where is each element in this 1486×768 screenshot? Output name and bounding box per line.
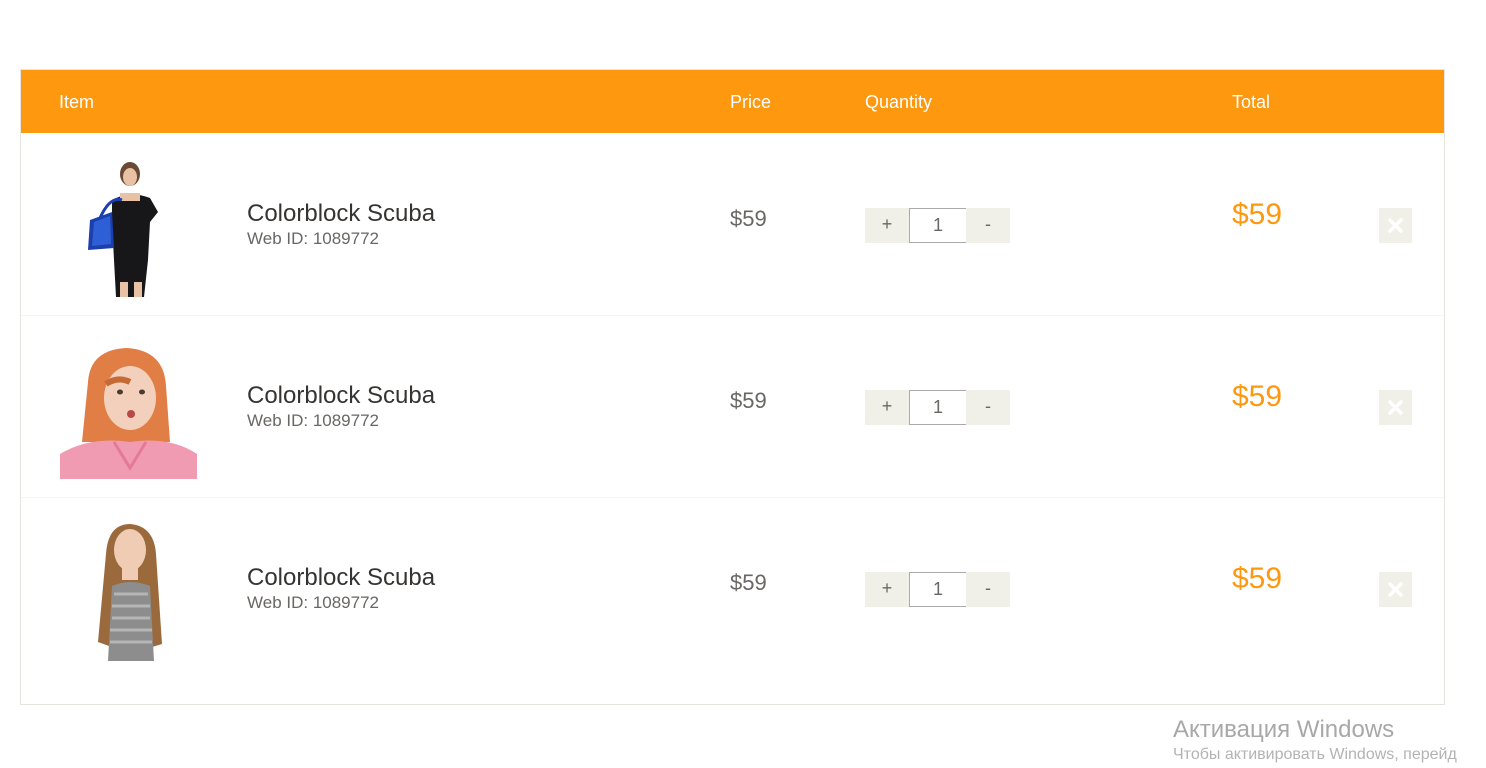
product-name[interactable]: Colorblock Scuba	[247, 200, 435, 228]
windows-activation-watermark: Активация Windows Чтобы активировать Win…	[1173, 716, 1486, 768]
delete-item-button[interactable]	[1379, 390, 1412, 425]
quantity-decrease-button[interactable]: -	[966, 390, 1010, 425]
watermark-title: Активация Windows	[1173, 716, 1395, 743]
product-web-id: Web ID: 1089772	[247, 411, 379, 430]
cart-row: Colorblock Scuba Web ID: 1089772 $59 + -…	[21, 316, 1444, 498]
product-name[interactable]: Colorblock Scuba	[247, 382, 435, 410]
cart-header: Item Price Quantity Total	[21, 70, 1444, 133]
product-total: $59	[1232, 198, 1283, 231]
quantity-input[interactable]	[909, 390, 967, 425]
product-total: $59	[1232, 562, 1283, 595]
cart-row: Colorblock Scuba Web ID: 1089772 $59 + -…	[21, 134, 1444, 316]
product-total: $59	[1232, 380, 1283, 413]
quantity-decrease-button[interactable]: -	[966, 208, 1010, 243]
delete-item-button[interactable]	[1379, 572, 1412, 607]
cart-table: Item Price Quantity Total Colorblock Scu…	[20, 69, 1445, 705]
quantity-increase-button[interactable]: +	[865, 390, 909, 425]
close-icon	[1388, 582, 1403, 597]
close-icon	[1388, 400, 1403, 415]
quantity-increase-button[interactable]: +	[865, 208, 909, 243]
product-web-id: Web ID: 1089772	[247, 229, 379, 248]
cart-row: Colorblock Scuba Web ID: 1089772 $59 + -…	[21, 498, 1444, 680]
product-web-id: Web ID: 1089772	[247, 593, 379, 612]
quantity-input[interactable]	[909, 572, 967, 607]
product-price: $59	[730, 570, 767, 595]
header-item: Item	[59, 92, 95, 112]
delete-item-button[interactable]	[1379, 208, 1412, 243]
product-image[interactable]	[60, 524, 197, 661]
quantity-decrease-button[interactable]: -	[966, 572, 1010, 607]
close-icon	[1388, 218, 1403, 233]
header-quantity: Quantity	[865, 92, 933, 112]
quantity-input[interactable]	[909, 208, 967, 243]
product-name[interactable]: Colorblock Scuba	[247, 564, 435, 592]
product-price: $59	[730, 388, 767, 413]
product-price: $59	[730, 206, 767, 231]
watermark-subtitle: Чтобы активировать Windows, перейд	[1173, 746, 1457, 763]
header-total: Total	[1232, 92, 1271, 112]
product-image[interactable]	[60, 342, 197, 479]
header-price: Price	[730, 92, 772, 112]
quantity-increase-button[interactable]: +	[865, 572, 909, 607]
product-image[interactable]	[60, 160, 197, 297]
